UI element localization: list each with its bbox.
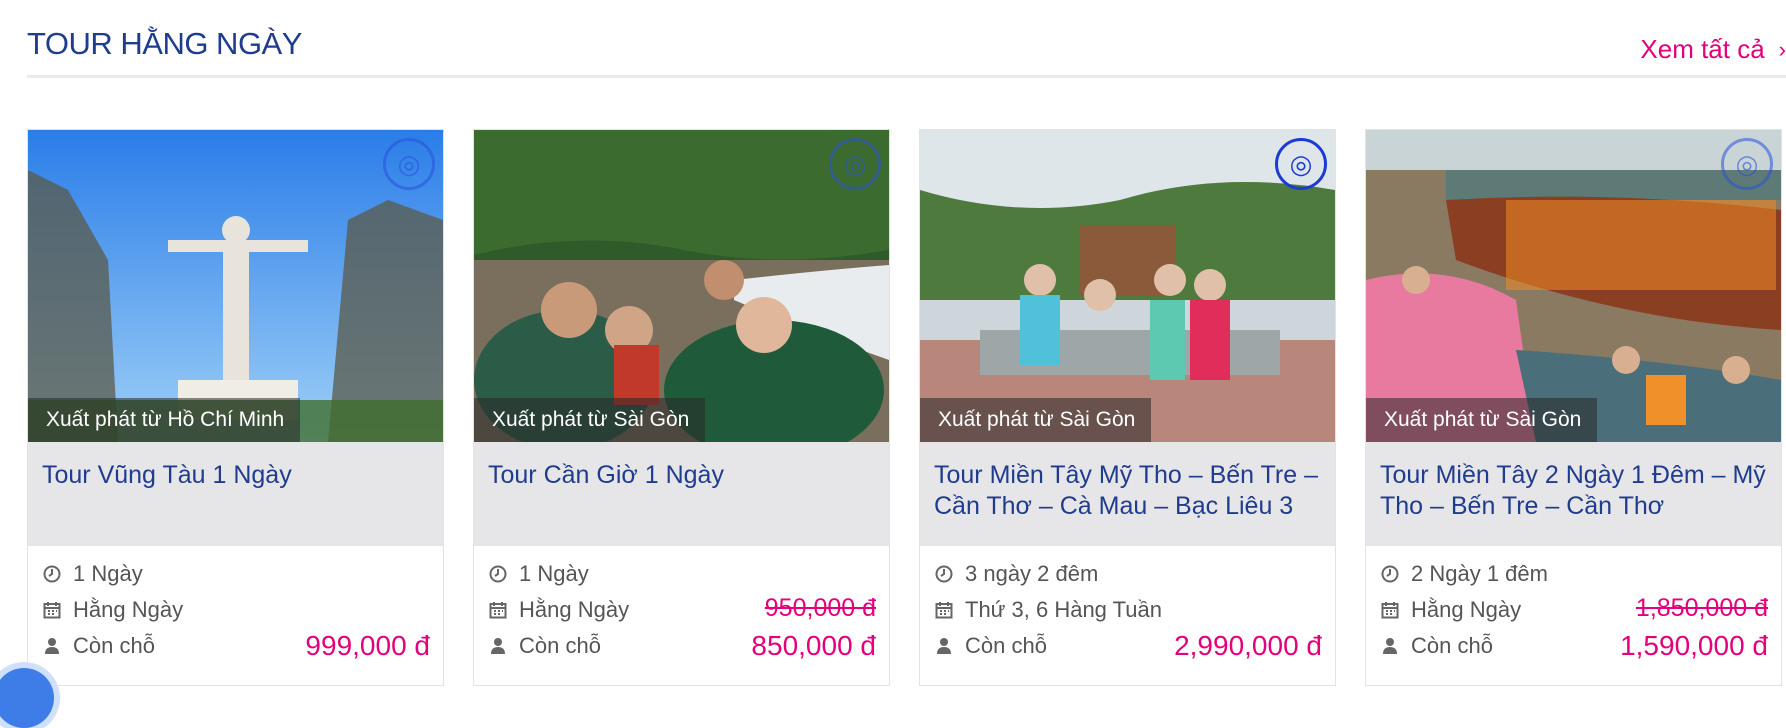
clock-icon bbox=[42, 564, 62, 584]
tour-meta: 1 Ngày Hằng Ngày Còn chỗ 950,000 đ 850,0… bbox=[474, 546, 889, 664]
tour-meta: 1 Ngày Hằng Ngày Còn chỗ 999,000 đ bbox=[28, 546, 443, 664]
clock-icon bbox=[934, 564, 954, 584]
calendar-icon bbox=[934, 600, 954, 620]
availability-text: Còn chỗ bbox=[519, 633, 601, 658]
old-price: 1,850,000 đ bbox=[1635, 594, 1768, 622]
schedule-text: Thứ 3, 6 Hàng Tuần bbox=[965, 597, 1162, 622]
dragon-logo-icon: ◎ bbox=[1275, 138, 1327, 190]
old-price: 950,000 đ bbox=[764, 594, 876, 622]
schedule-text: Hằng Ngày bbox=[519, 597, 630, 622]
departure-label: Xuất phát từ Sài Gòn bbox=[920, 398, 1152, 442]
section-header: TOUR HẰNG NGÀY Xem tất cả › bbox=[27, 0, 1786, 78]
price: 2,990,000 đ bbox=[1174, 630, 1322, 661]
tour-card[interactable]: ◎ Xuất phát từ Sài Gòn Tour Miền Tây 2 N… bbox=[1365, 129, 1782, 686]
tour-image[interactable]: ◎ Xuất phát từ Hồ Chí Minh bbox=[28, 130, 443, 442]
duration-text: 1 Ngày bbox=[519, 561, 589, 586]
availability-text: Còn chỗ bbox=[965, 633, 1047, 658]
floating-market-photo bbox=[1366, 130, 1781, 442]
calendar-icon bbox=[1380, 600, 1400, 620]
tour-image[interactable]: ◎ Xuất phát từ Sài Gòn bbox=[1366, 130, 1781, 442]
availability-text: Còn chỗ bbox=[73, 633, 155, 658]
duration-text: 2 Ngày 1 đêm bbox=[1411, 561, 1548, 586]
tour-image[interactable]: ◎ Xuất phát từ Sài Gòn bbox=[474, 130, 889, 442]
tour-meta: 3 ngày 2 đêm Thứ 3, 6 Hàng Tuần Còn chỗ … bbox=[920, 546, 1335, 664]
price: 1,590,000 đ bbox=[1620, 630, 1768, 661]
tour-title[interactable]: Tour Cần Giờ 1 Ngày bbox=[474, 442, 889, 546]
tour-title[interactable]: Tour Miền Tây 2 Ngày 1 Đêm – Mỹ Tho – Bế… bbox=[1366, 442, 1781, 546]
tour-meta: 2 Ngày 1 đêm Hằng Ngày Còn chỗ 1,850,000… bbox=[1366, 546, 1781, 664]
user-icon bbox=[934, 636, 954, 656]
clock-icon bbox=[1380, 564, 1400, 584]
schedule-row: Hằng Ngày bbox=[42, 592, 429, 628]
section-title: TOUR HẰNG NGÀY bbox=[27, 26, 302, 61]
clock-icon bbox=[488, 564, 508, 584]
duration-row: 1 Ngày bbox=[42, 556, 429, 592]
tour-title[interactable]: Tour Miền Tây Mỹ Tho – Bến Tre – Cần Thơ… bbox=[920, 442, 1335, 546]
chevron-right-icon[interactable]: › bbox=[1779, 37, 1786, 63]
schedule-text: Hằng Ngày bbox=[1411, 597, 1522, 622]
duration-row: 3 ngày 2 đêm bbox=[934, 556, 1321, 592]
tour-card[interactable]: ◎ Xuất phát từ Hồ Chí Minh Tour Vũng Tàu… bbox=[27, 129, 444, 686]
tour-title[interactable]: Tour Vũng Tàu 1 Ngày bbox=[28, 442, 443, 546]
price: 999,000 đ bbox=[305, 630, 430, 661]
statue-photo bbox=[28, 130, 443, 442]
calendar-icon bbox=[42, 600, 62, 620]
duration-text: 3 ngày 2 đêm bbox=[965, 561, 1099, 586]
user-icon bbox=[1380, 636, 1400, 656]
departure-label: Xuất phát từ Sài Gòn bbox=[474, 398, 706, 442]
calendar-icon bbox=[488, 600, 508, 620]
dragon-logo-icon: ◎ bbox=[829, 138, 881, 190]
availability-text: Còn chỗ bbox=[1411, 633, 1493, 658]
duration-text: 1 Ngày bbox=[73, 561, 143, 586]
see-all-link[interactable]: Xem tất cả › bbox=[1640, 34, 1786, 65]
dragon-logo-icon: ◎ bbox=[1721, 138, 1773, 190]
dragon-logo-icon: ◎ bbox=[383, 138, 435, 190]
schedule-row: Thứ 3, 6 Hàng Tuần bbox=[934, 592, 1321, 628]
group-photo bbox=[920, 130, 1335, 442]
departure-label: Xuất phát từ Hồ Chí Minh bbox=[28, 398, 301, 442]
schedule-text: Hằng Ngày bbox=[73, 597, 184, 622]
tour-card[interactable]: ◎ Xuất phát từ Sài Gòn Tour Cần Giờ 1 Ng… bbox=[473, 129, 890, 686]
tour-image[interactable]: ◎ Xuất phát từ Sài Gòn bbox=[920, 130, 1335, 442]
duration-row: 2 Ngày 1 đêm bbox=[1380, 556, 1767, 592]
see-all-label[interactable]: Xem tất cả bbox=[1640, 34, 1764, 65]
chat-bubble-button[interactable] bbox=[0, 668, 54, 728]
tour-card[interactable]: ◎ Xuất phát từ Sài Gòn Tour Miền Tây Mỹ … bbox=[919, 129, 1336, 686]
user-icon bbox=[42, 636, 62, 656]
duration-row: 1 Ngày bbox=[488, 556, 875, 592]
departure-label: Xuất phát từ Sài Gòn bbox=[1366, 398, 1598, 442]
price: 850,000 đ bbox=[751, 630, 876, 661]
user-icon bbox=[488, 636, 508, 656]
boat-river-photo bbox=[474, 130, 889, 442]
